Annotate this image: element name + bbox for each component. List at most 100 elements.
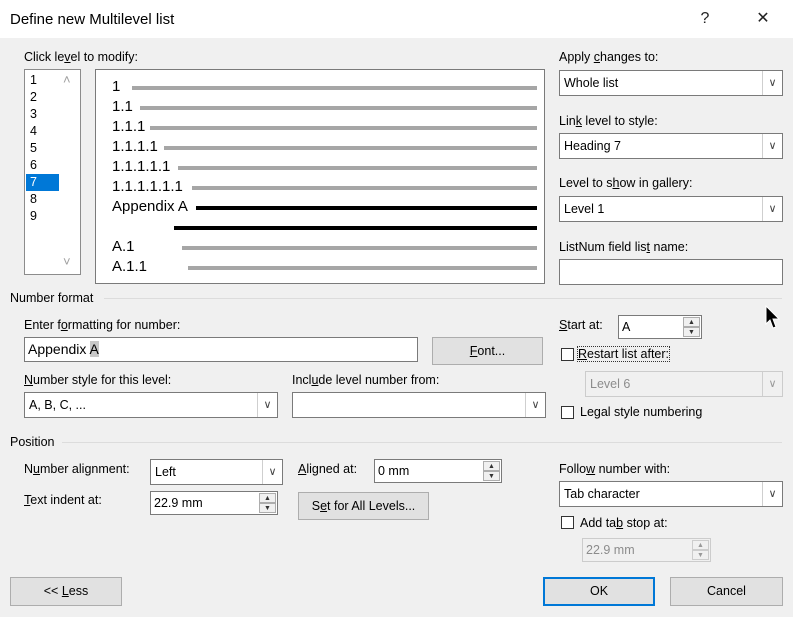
preview-line-6: 1.1.1.1.1.1 [112, 178, 183, 195]
include-level-label: Include level number from: [292, 373, 440, 387]
spin-down-icon[interactable]: ▼ [483, 471, 500, 481]
start-at-spinner[interactable]: A ▲ ▼ [618, 315, 702, 339]
legal-style-checkbox[interactable] [561, 406, 574, 419]
help-button[interactable]: ? [682, 0, 728, 38]
scroll-up-icon[interactable]: ˄ [63, 72, 71, 87]
spin-up-icon[interactable]: ▲ [683, 317, 700, 327]
number-alignment-select[interactable]: Left ∨ [150, 459, 283, 485]
list-preview: 1 1.1 1.1.1 1.1.1.1 1.1.1.1.1 1.1.1.1.1.… [95, 69, 545, 284]
close-button[interactable]: ✕ [740, 0, 786, 38]
aligned-at-label: Aligned at: [298, 462, 358, 476]
preview-line-2: 1.1 [112, 98, 133, 115]
apply-changes-value: Whole list [564, 76, 619, 90]
preview-bar-4 [164, 146, 537, 150]
number-style-value: A, B, C, ... [29, 398, 86, 412]
spin-up-icon[interactable]: ▲ [259, 493, 276, 503]
number-alignment-label: Number alignment: [24, 462, 130, 476]
apply-changes-label: Apply changes to: [559, 50, 659, 64]
spin-up-icon[interactable]: ▲ [483, 461, 500, 471]
title-bar: Define new Multilevel list ? ✕ [0, 0, 793, 38]
listnum-input[interactable] [559, 259, 783, 285]
preview-line-3: 1.1.1 [112, 118, 146, 135]
start-at-label: Start at: [559, 318, 603, 332]
level-item-4[interactable]: 4 [26, 123, 59, 140]
preview-bar-6 [192, 186, 537, 190]
level-item-5[interactable]: 5 [26, 140, 59, 157]
number-format-input[interactable]: Appendix A [24, 337, 418, 362]
preview-line-4: 1.1.1.1 [112, 138, 158, 155]
link-style-value: Heading 7 [564, 139, 621, 153]
less-button[interactable]: << Less [10, 577, 122, 606]
aligned-at-spinner[interactable]: 0 mm ▲ ▼ [374, 459, 502, 483]
level-item-6[interactable]: 6 [26, 157, 59, 174]
spin-down-icon[interactable]: ▼ [692, 550, 709, 560]
level-item-2[interactable]: 2 [26, 89, 59, 106]
level-list[interactable]: 1 2 3 4 5 6 7 8 9 ˄ ˅ [24, 69, 81, 275]
format-prefix-text: Appendix [28, 341, 90, 357]
preview-bar-3 [150, 126, 537, 130]
preview-bar-2 [140, 106, 537, 110]
link-style-select[interactable]: Heading 7 ∨ [559, 133, 783, 159]
preview-bar-7b [174, 226, 537, 230]
text-indent-value: 22.9 mm [154, 496, 203, 510]
aligned-at-value: 0 mm [378, 464, 410, 478]
add-tab-stop-label: Add tab stop at: [580, 516, 668, 530]
scroll-down-icon[interactable]: ˅ [63, 254, 71, 269]
restart-list-checkbox[interactable] [561, 348, 574, 361]
section-divider [104, 298, 782, 299]
number-alignment-value: Left [155, 465, 176, 479]
legal-style-label: Legal style numbering [580, 405, 703, 419]
restart-after-value: Level 6 [590, 377, 631, 391]
listnum-label: ListNum field list name: [559, 240, 689, 254]
position-heading: Position [10, 435, 55, 449]
follow-number-value: Tab character [564, 487, 640, 501]
apply-changes-select[interactable]: Whole list ∨ [559, 70, 783, 96]
set-for-all-levels-button[interactable]: Set for All Levels... [298, 492, 429, 520]
level-item-7[interactable]: 7 [26, 174, 59, 191]
spin-down-icon[interactable]: ▼ [683, 327, 700, 337]
chevron-down-icon: ∨ [762, 134, 782, 158]
number-format-heading: Number format [10, 291, 94, 305]
link-style-label: Link level to style: [559, 114, 658, 128]
chevron-down-icon: ∨ [525, 393, 545, 417]
mouse-cursor-icon [765, 305, 781, 329]
gallery-level-label: Level to show in gallery: [559, 176, 693, 190]
level-item-1[interactable]: 1 [26, 72, 59, 89]
chevron-down-icon: ∨ [762, 71, 782, 95]
dialog-title: Define new Multilevel list [10, 11, 175, 28]
chevron-down-icon: ∨ [762, 372, 782, 396]
spin-down-icon[interactable]: ▼ [259, 503, 276, 513]
chevron-down-icon: ∨ [257, 393, 277, 417]
preview-line-5: 1.1.1.1.1 [112, 158, 171, 175]
level-list-label: Click level to modify: [24, 50, 138, 64]
follow-number-label: Follow number with: [559, 462, 671, 476]
preview-bar-8 [182, 246, 537, 250]
level-item-3[interactable]: 3 [26, 106, 59, 123]
start-at-value: A [622, 320, 631, 334]
preview-line-7: Appendix A [112, 198, 188, 215]
preview-line-8: A.1 [112, 238, 135, 255]
level-item-8[interactable]: 8 [26, 191, 59, 208]
font-button[interactable]: Font... [432, 337, 543, 365]
restart-after-select[interactable]: Level 6 ∨ [585, 371, 783, 397]
number-style-select[interactable]: A, B, C, ... ∨ [24, 392, 278, 418]
follow-number-select[interactable]: Tab character ∨ [559, 481, 783, 507]
preview-bar-9 [188, 266, 537, 270]
enter-format-label: Enter formatting for number: [24, 318, 181, 332]
preview-bar-7 [196, 206, 537, 210]
spin-up-icon[interactable]: ▲ [692, 540, 709, 550]
preview-line-1: 1 [112, 78, 121, 95]
ok-button[interactable]: OK [543, 577, 655, 606]
tab-stop-spinner[interactable]: 22.9 mm ▲ ▼ [582, 538, 711, 562]
preview-bar-1 [132, 86, 537, 90]
number-style-label: Number style for this level: [24, 373, 172, 387]
cancel-button[interactable]: Cancel [670, 577, 783, 606]
format-number-field: A [89, 341, 99, 357]
add-tab-stop-checkbox[interactable] [561, 516, 574, 529]
chevron-down-icon: ∨ [762, 482, 782, 506]
include-level-select[interactable]: ∨ [292, 392, 546, 418]
text-indent-spinner[interactable]: 22.9 mm ▲ ▼ [150, 491, 278, 515]
gallery-level-select[interactable]: Level 1 ∨ [559, 196, 783, 222]
level-item-9[interactable]: 9 [26, 208, 59, 225]
chevron-down-icon: ∨ [262, 460, 282, 484]
